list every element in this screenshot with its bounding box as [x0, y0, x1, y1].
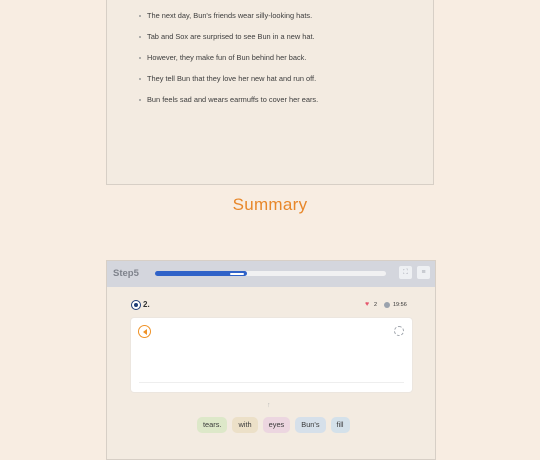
- bullet-icon: [139, 78, 141, 80]
- reset-icon[interactable]: [394, 326, 404, 336]
- word-chip[interactable]: with: [232, 417, 258, 433]
- progress-marker: [230, 272, 244, 275]
- menu-icon[interactable]: ≡: [417, 266, 430, 279]
- bullet-icon: [139, 57, 141, 59]
- word-chip[interactable]: eyes: [262, 417, 291, 433]
- story-list: The next day, Bun's friends wear silly-l…: [139, 9, 318, 114]
- clock-icon: [384, 302, 390, 308]
- word-chip[interactable]: fill: [330, 417, 350, 433]
- speaker-icon[interactable]: [138, 325, 151, 338]
- story-item-text: They tell Bun that they love her new hat…: [147, 74, 317, 83]
- answer-area[interactable]: [130, 317, 413, 393]
- bullet-icon: [139, 36, 141, 38]
- word-bank: tears. with eyes Bun's fill: [197, 417, 350, 433]
- question-number: 2.: [143, 300, 150, 309]
- story-item-text: Bun feels sad and wears earmuffs to cove…: [147, 95, 319, 104]
- bullet-icon: [139, 15, 141, 17]
- progress-bar: [155, 271, 386, 276]
- story-item: They tell Bun that they love her new hat…: [139, 72, 318, 93]
- story-item: Tab and Sox are surprised to see Bun in …: [139, 30, 318, 51]
- story-item: Bun feels sad and wears earmuffs to cove…: [139, 93, 318, 114]
- expand-icon[interactable]: ⛶: [399, 266, 412, 279]
- heart-icon: ♥: [365, 301, 370, 308]
- timer-text: 19:56: [393, 302, 407, 308]
- story-item: However, they make fun of Bun behind her…: [139, 51, 318, 72]
- bullet-icon: [139, 99, 141, 101]
- story-item: The next day, Bun's friends wear silly-l…: [139, 9, 318, 30]
- step-panel: Step5 ⛶ ≡ 2. ♥ 2 19:56 ↑ tears. with eye…: [106, 260, 436, 460]
- story-item-text: The next day, Bun's friends wear silly-l…: [147, 11, 313, 20]
- answer-line: [139, 382, 404, 383]
- step-label: Step5: [113, 268, 139, 279]
- hearts-count: 2: [374, 302, 378, 308]
- progress-fill: [155, 271, 247, 276]
- story-panel: The next day, Bun's friends wear silly-l…: [106, 0, 434, 185]
- question-number-icon: [131, 300, 141, 310]
- story-item-text: However, they make fun of Bun behind her…: [147, 53, 307, 62]
- word-chip[interactable]: tears.: [197, 417, 228, 433]
- arrow-up-icon: ↑: [267, 402, 271, 409]
- step-header: Step5 ⛶ ≡: [107, 261, 435, 287]
- summary-heading: Summary: [232, 195, 308, 214]
- word-chip[interactable]: Bun's: [295, 417, 326, 433]
- story-item-text: Tab and Sox are surprised to see Bun in …: [147, 32, 315, 41]
